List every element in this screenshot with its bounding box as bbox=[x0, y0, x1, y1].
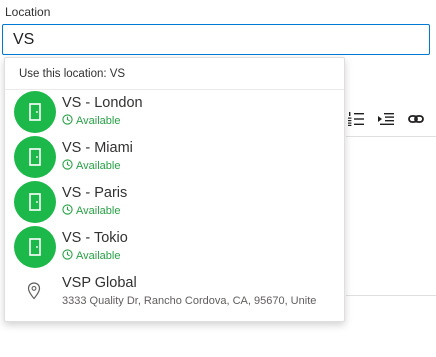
clock-icon bbox=[62, 204, 73, 219]
location-input[interactable] bbox=[2, 24, 430, 55]
location-picker-screen: Location VS Use this location: VS VS - L… bbox=[0, 0, 436, 357]
location-label: Location bbox=[5, 5, 51, 19]
room-suggestion-tokio[interactable]: VS - Tokio Available bbox=[5, 225, 344, 270]
availability-status: Available bbox=[76, 250, 121, 262]
availability-status: Available bbox=[76, 115, 121, 127]
availability-status: Available bbox=[76, 160, 121, 172]
room-suggestion-miami[interactable]: VS - Miami Available bbox=[5, 135, 344, 180]
door-icon bbox=[14, 91, 56, 133]
door-icon bbox=[14, 181, 56, 223]
door-icon bbox=[14, 136, 56, 178]
link-icon[interactable] bbox=[406, 109, 426, 129]
place-address: 3333 Quality Dr, Rancho Cordova, CA, 956… bbox=[62, 295, 317, 307]
room-name: VS - London bbox=[62, 95, 143, 111]
numbered-list-icon[interactable] bbox=[346, 109, 366, 129]
door-icon bbox=[14, 226, 56, 268]
decrease-indent-icon[interactable] bbox=[376, 109, 396, 129]
place-name: VSP Global bbox=[62, 275, 137, 291]
use-this-location-option[interactable]: Use this location: VS bbox=[5, 58, 344, 90]
room-name: VS - Tokio bbox=[62, 230, 128, 246]
room-suggestion-london[interactable]: VS - London Available bbox=[5, 90, 344, 135]
availability-status: Available bbox=[76, 205, 121, 217]
clock-icon bbox=[62, 159, 73, 174]
editor-bottom-divider bbox=[346, 295, 436, 296]
map-pin-icon bbox=[27, 282, 41, 305]
toolbar-divider bbox=[346, 136, 436, 137]
room-name: VS - Paris bbox=[62, 185, 128, 201]
place-suggestion-vsp-global[interactable]: VSP Global 3333 Quality Dr, Rancho Cordo… bbox=[5, 270, 344, 315]
clock-icon bbox=[62, 114, 73, 129]
location-suggestions-dropdown: Use this location: VS VS - London Availa… bbox=[4, 57, 345, 322]
room-name: VS - Miami bbox=[62, 140, 133, 156]
room-suggestion-paris[interactable]: VS - Paris Available bbox=[5, 180, 344, 225]
formatting-toolbar bbox=[346, 108, 436, 130]
clock-icon bbox=[62, 249, 73, 264]
